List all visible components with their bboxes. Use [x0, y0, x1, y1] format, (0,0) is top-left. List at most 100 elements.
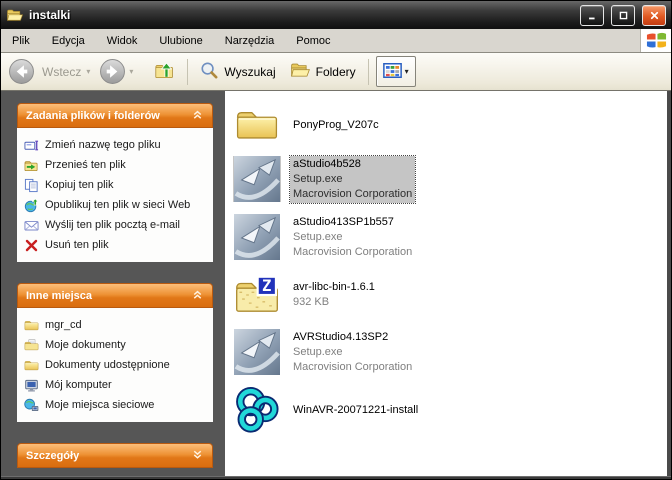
task-label: Przenieś ten plik — [45, 159, 126, 171]
menu-plik[interactable]: Plik — [1, 29, 41, 52]
folders-icon — [290, 61, 311, 83]
menu-narzedzia[interactable]: Narzędzia — [214, 29, 286, 52]
section-title: Szczegóły — [26, 450, 79, 462]
task-label: Usuń ten plik — [45, 239, 109, 251]
place-my-computer[interactable]: Mój komputer — [23, 377, 207, 393]
task-rename-file[interactable]: Zmień nazwę tego pliku — [23, 137, 207, 153]
task-label: Kopiuj ten plik — [45, 179, 114, 191]
section-file-tasks: Zadania plików i folderów Zmień nazwę te… — [17, 103, 213, 262]
task-label: Opublikuj ten plik w sieci Web — [45, 199, 190, 211]
place-label: Dokumenty udostępnione — [45, 359, 170, 371]
folder-icon — [23, 318, 39, 333]
section-details-header[interactable]: Szczegóły — [17, 443, 213, 468]
section-details: Szczegóły — [17, 443, 213, 468]
file-detail: Setup.exe — [293, 345, 412, 360]
zip-folder-icon: Z — [233, 272, 281, 318]
publish-icon — [23, 198, 39, 213]
delete-icon — [23, 238, 39, 253]
search-button[interactable]: Wyszukaj — [193, 57, 282, 87]
winavr-icon — [233, 387, 281, 433]
place-my-documents[interactable]: Moje dokumenty — [23, 337, 207, 353]
window-folder-icon — [6, 8, 24, 23]
task-publish-file[interactable]: Opublikuj ten plik w sieci Web — [23, 197, 207, 213]
forward-dropdown-icon[interactable]: ▾ — [129, 67, 133, 76]
menu-spacer — [342, 29, 640, 52]
search-label: Wyszukaj — [224, 65, 275, 79]
file-detail: Macrovision Corporation — [293, 360, 412, 375]
views-button[interactable]: ▾ — [376, 56, 416, 87]
task-label: Wyślij ten plik pocztą e-mail — [45, 219, 180, 231]
task-email-file[interactable]: Wyślij ten plik pocztą e-mail — [23, 217, 207, 233]
task-delete-file[interactable]: Usuń ten plik — [23, 237, 207, 253]
chevron-up-icon[interactable] — [191, 288, 204, 304]
section-title: Zadania plików i folderów — [26, 110, 160, 122]
up-button[interactable] — [147, 57, 182, 87]
task-copy-file[interactable]: Kopiuj ten plik — [23, 177, 207, 193]
section-other-places: Inne miejsca mgr_cd Moje dokumenty Dokum… — [17, 283, 213, 422]
file-name: AVRStudio4.13SP2 — [293, 330, 412, 345]
task-move-file[interactable]: Przenieś ten plik — [23, 157, 207, 173]
file-detail: Macrovision Corporation — [293, 245, 412, 260]
folder-icon — [233, 105, 281, 145]
setup-icon — [233, 329, 281, 375]
forward-button[interactable] — [99, 58, 126, 85]
up-folder-icon — [154, 61, 175, 83]
windows-logo-icon — [640, 29, 671, 52]
shared-documents-icon — [23, 358, 39, 373]
file-list[interactable]: PonyProg_V207c aStudio4b528 Setup.exe Ma… — [225, 91, 667, 476]
back-dropdown-icon[interactable]: ▾ — [86, 67, 90, 76]
chevron-up-icon[interactable] — [191, 108, 204, 124]
file-detail: Setup.exe — [293, 230, 412, 245]
svg-text:Z: Z — [262, 277, 271, 295]
back-button[interactable] — [8, 58, 35, 85]
explorer-window: instalki Plik Edycja Widok Ulubione Narz… — [0, 0, 672, 480]
setup-icon — [233, 156, 281, 202]
email-icon — [23, 218, 39, 233]
file-detail: Setup.exe — [293, 172, 412, 187]
file-name: avr-libc-bin-1.6.1 — [293, 280, 375, 295]
menu-widok[interactable]: Widok — [96, 29, 149, 52]
window-title: instalki — [29, 8, 573, 22]
move-icon — [23, 158, 39, 173]
maximize-button[interactable] — [611, 5, 635, 26]
toolbar-separator — [187, 59, 188, 85]
file-tile-ponyprog[interactable]: PonyProg_V207c — [233, 105, 667, 145]
file-detail: Macrovision Corporation — [293, 187, 412, 202]
chevron-down-icon[interactable] — [191, 448, 204, 464]
toolbar: Wstecz ▾ ▾ Wyszukaj Foldery ▾ — [1, 53, 671, 91]
place-label: Moje dokumenty — [45, 339, 126, 351]
file-tile-avr-libc[interactable]: Z avr-libc-bin-1.6.1 932 KB — [233, 272, 667, 318]
menu-pomoc[interactable]: Pomoc — [285, 29, 341, 52]
section-file-tasks-header[interactable]: Zadania plików i folderów — [17, 103, 213, 128]
my-documents-icon — [23, 338, 39, 353]
task-label: Zmień nazwę tego pliku — [45, 139, 161, 151]
file-name: WinAVR-20071221-install — [290, 402, 421, 419]
folders-button[interactable]: Foldery — [283, 57, 363, 87]
file-tile-astudio413[interactable]: aStudio413SP1b557 Setup.exe Macrovision … — [233, 214, 667, 261]
views-dropdown-icon: ▾ — [405, 67, 409, 76]
file-name: aStudio4b528 — [293, 157, 412, 172]
place-shared-documents[interactable]: Dokumenty udostępnione — [23, 357, 207, 373]
section-title: Inne miejsca — [26, 290, 92, 302]
place-label: mgr_cd — [45, 319, 82, 331]
views-icon — [383, 63, 402, 81]
task-pane: Zadania plików i folderów Zmień nazwę te… — [1, 91, 225, 476]
place-network[interactable]: Moje miejsca sieciowe — [23, 397, 207, 413]
place-mgr-cd[interactable]: mgr_cd — [23, 317, 207, 333]
back-label: Wstecz — [42, 65, 81, 79]
setup-icon — [233, 214, 281, 260]
file-tile-astudio4b528[interactable]: aStudio4b528 Setup.exe Macrovision Corpo… — [233, 156, 667, 203]
file-tile-avrstudio[interactable]: AVRStudio4.13SP2 Setup.exe Macrovision C… — [233, 329, 667, 376]
file-tile-winavr[interactable]: WinAVR-20071221-install — [233, 387, 667, 433]
menu-ulubione[interactable]: Ulubione — [148, 29, 213, 52]
close-button[interactable] — [642, 5, 666, 26]
file-size: 932 KB — [293, 295, 375, 310]
place-label: Moje miejsca sieciowe — [45, 399, 154, 411]
minimize-button[interactable] — [580, 5, 604, 26]
my-computer-icon — [23, 378, 39, 393]
title-bar[interactable]: instalki — [1, 1, 671, 29]
section-other-places-header[interactable]: Inne miejsca — [17, 283, 213, 308]
folders-label: Foldery — [316, 65, 356, 79]
rename-icon — [23, 138, 39, 153]
menu-edycja[interactable]: Edycja — [41, 29, 96, 52]
